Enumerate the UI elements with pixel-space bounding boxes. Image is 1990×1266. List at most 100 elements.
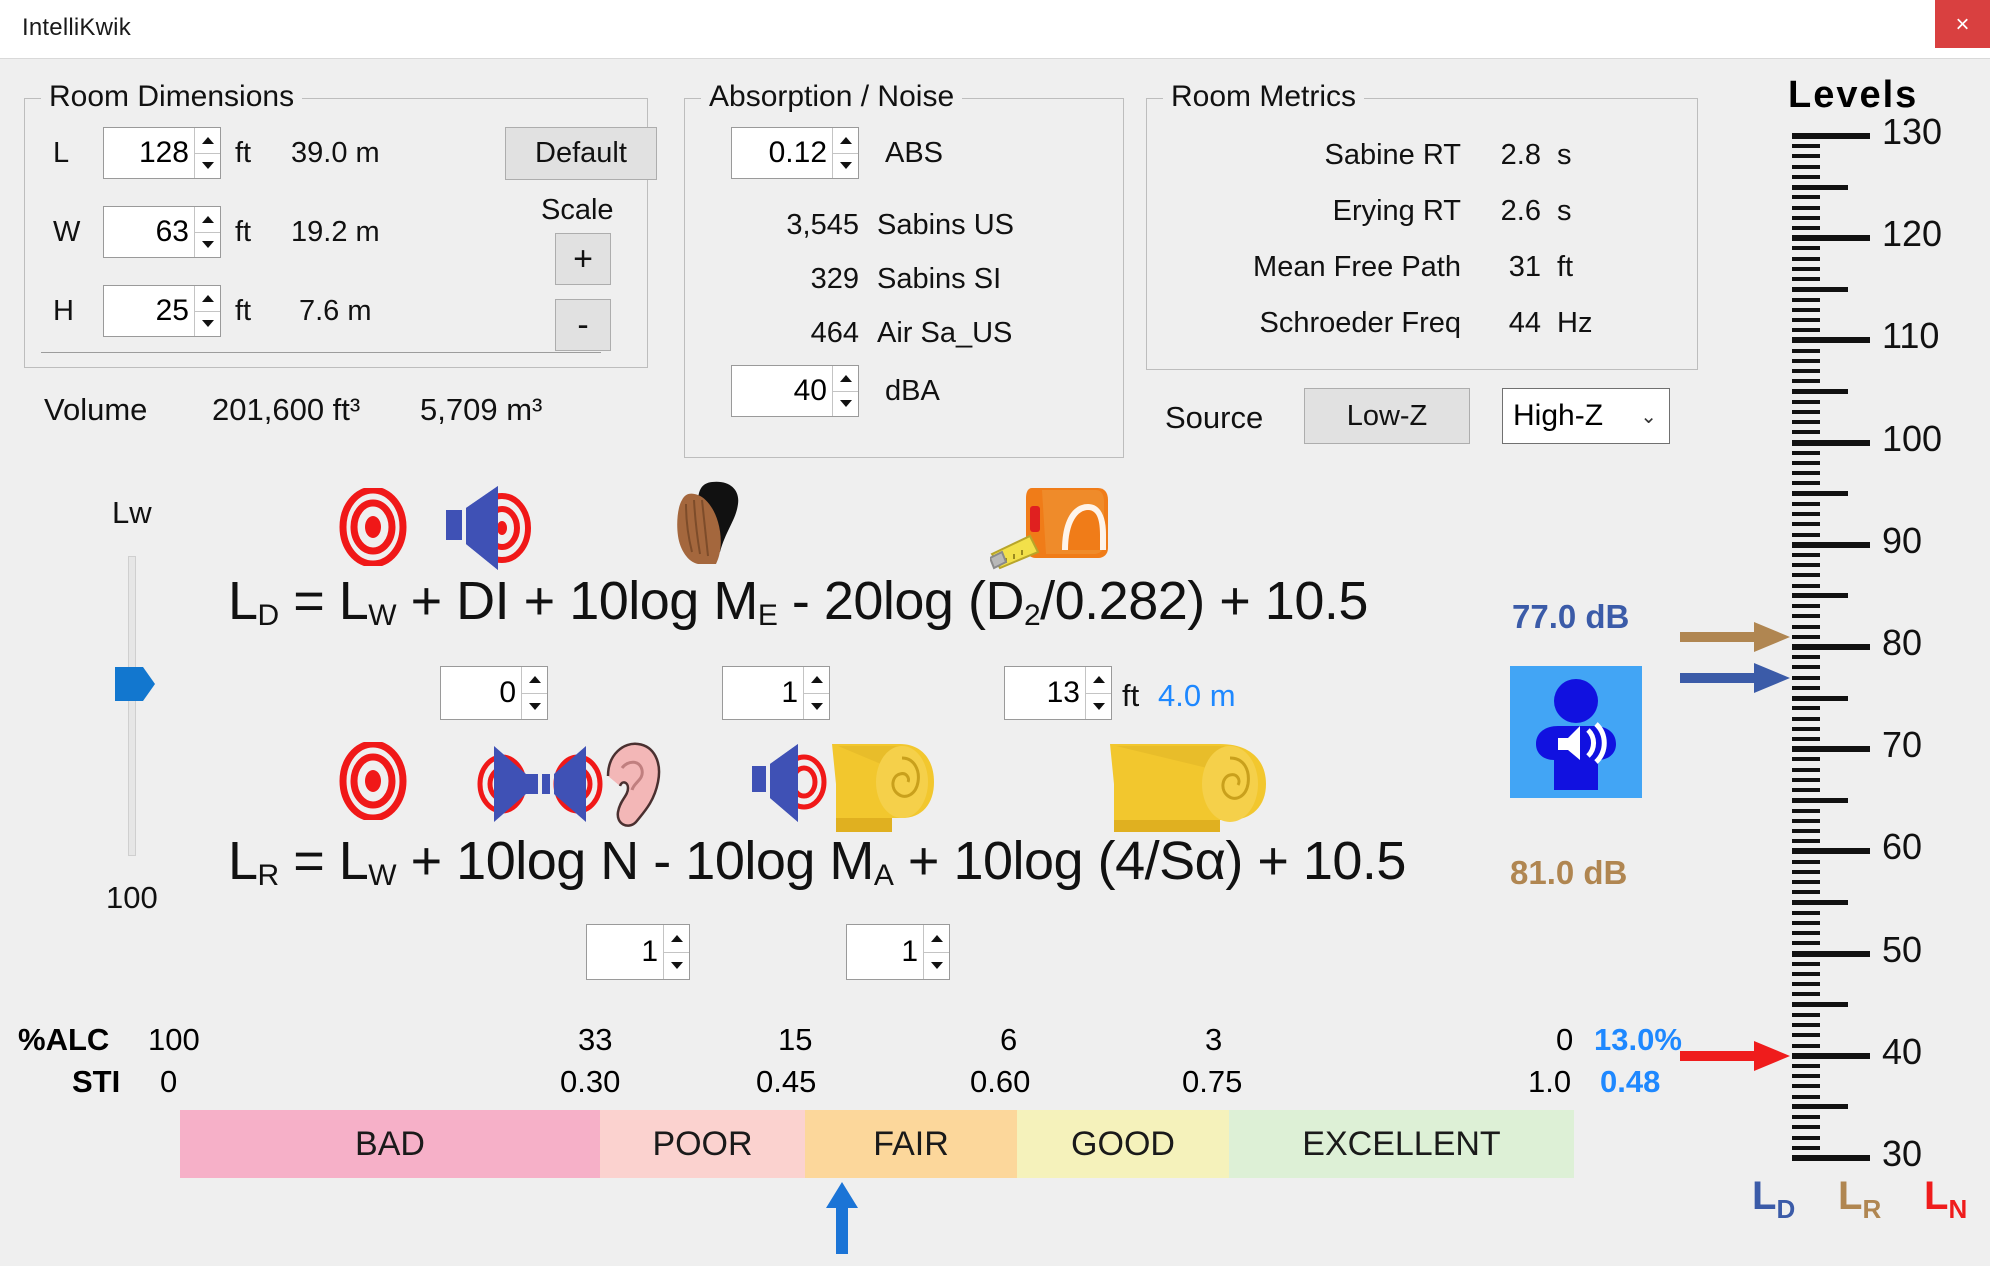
levels-minor-tick bbox=[1792, 451, 1820, 455]
n-input[interactable]: 1 bbox=[586, 924, 690, 980]
width-value: 63 bbox=[104, 207, 194, 257]
schroeder-freq-value: 44 bbox=[1477, 307, 1541, 340]
dba-stepper[interactable] bbox=[832, 366, 858, 416]
scale-increase-button[interactable]: + bbox=[555, 233, 611, 285]
source-impedance-value: High-Z bbox=[1513, 399, 1603, 433]
dba-down[interactable] bbox=[833, 392, 858, 417]
abs-up[interactable] bbox=[833, 128, 858, 154]
levels-minor-tick bbox=[1792, 410, 1820, 414]
height-down[interactable] bbox=[195, 312, 220, 337]
levels-mid-tick bbox=[1792, 696, 1848, 701]
levels-minor-tick bbox=[1792, 298, 1820, 302]
source-lowz-button[interactable]: Low-Z bbox=[1304, 388, 1470, 444]
levels-minor-tick bbox=[1792, 778, 1820, 782]
height-up[interactable] bbox=[195, 286, 220, 312]
levels-minor-tick bbox=[1792, 420, 1820, 424]
levels-mid-tick bbox=[1792, 798, 1848, 803]
width-stepper[interactable] bbox=[194, 207, 220, 257]
di-down[interactable] bbox=[522, 694, 547, 720]
levels-mid-tick bbox=[1792, 185, 1848, 190]
speakers-ear-icon bbox=[470, 738, 670, 828]
ma-stepper[interactable] bbox=[923, 925, 949, 979]
reverberant-formula-text: LR = LW + 10log N - 10log MA + 10log (4/… bbox=[228, 831, 1406, 891]
ma-up[interactable] bbox=[924, 925, 949, 953]
levels-tick-label: 50 bbox=[1882, 929, 1922, 971]
lw-slider-track[interactable] bbox=[128, 556, 136, 856]
levels-major-tick bbox=[1792, 235, 1870, 241]
di-up[interactable] bbox=[522, 667, 547, 694]
scale-label: Scale bbox=[541, 194, 614, 227]
levels-major-tick bbox=[1792, 133, 1870, 139]
levels-tick-label: 30 bbox=[1882, 1133, 1922, 1175]
direct-formula: LD = LW + DI + 10log ME - 20log (D2/0.28… bbox=[228, 570, 1368, 633]
abs-down[interactable] bbox=[833, 154, 858, 179]
me-input[interactable]: 1 bbox=[722, 666, 830, 720]
legend-ld: LD bbox=[1752, 1174, 1795, 1225]
levels-tick-label: 90 bbox=[1882, 520, 1922, 562]
insulation-roll-icon bbox=[1090, 740, 1270, 836]
levels-tick-label: 70 bbox=[1882, 724, 1922, 766]
me-down[interactable] bbox=[804, 694, 829, 720]
me-up[interactable] bbox=[804, 667, 829, 694]
width-up[interactable] bbox=[195, 207, 220, 233]
dba-up[interactable] bbox=[833, 366, 858, 392]
d2-stepper[interactable] bbox=[1085, 667, 1111, 719]
levels-minor-tick bbox=[1792, 890, 1820, 894]
di-input[interactable]: 0 bbox=[440, 666, 548, 720]
levels-tick-label: 110 bbox=[1882, 315, 1939, 357]
length-down[interactable] bbox=[195, 154, 220, 179]
levels-minor-tick bbox=[1792, 992, 1820, 996]
reverberant-formula: LR = LW + 10log N - 10log MA + 10log (4/… bbox=[228, 830, 1406, 893]
chevron-down-icon: ⌄ bbox=[1640, 404, 1657, 429]
scale-decrease-button[interactable]: - bbox=[555, 299, 611, 351]
d2-input[interactable]: 13 bbox=[1004, 666, 1112, 720]
levels-minor-tick bbox=[1792, 563, 1820, 567]
di-stepper[interactable] bbox=[521, 667, 547, 719]
length-up[interactable] bbox=[195, 128, 220, 154]
d2-up[interactable] bbox=[1086, 667, 1111, 694]
n-down[interactable] bbox=[664, 953, 689, 980]
height-stepper[interactable] bbox=[194, 286, 220, 336]
levels-tick-label: 80 bbox=[1882, 622, 1922, 664]
length-stepper[interactable] bbox=[194, 128, 220, 178]
levels-minor-tick bbox=[1792, 686, 1820, 690]
abs-stepper[interactable] bbox=[832, 128, 858, 178]
length-label: L bbox=[53, 137, 69, 170]
n-stepper[interactable] bbox=[663, 925, 689, 979]
abs-input[interactable]: 0.12 bbox=[731, 127, 859, 179]
levels-major-tick bbox=[1792, 848, 1870, 854]
band-fair[interactable]: FAIR bbox=[805, 1110, 1017, 1178]
dba-label: dBA bbox=[885, 375, 940, 408]
band-good[interactable]: GOOD bbox=[1017, 1110, 1229, 1178]
lw-slider-thumb[interactable] bbox=[115, 667, 155, 701]
band-excellent[interactable]: EXCELLENT bbox=[1229, 1110, 1574, 1178]
levels-minor-tick bbox=[1792, 1023, 1820, 1027]
levels-minor-tick bbox=[1792, 870, 1820, 874]
ma-down[interactable] bbox=[924, 953, 949, 980]
me-stepper[interactable] bbox=[803, 667, 829, 719]
dba-input[interactable]: 40 bbox=[731, 365, 859, 417]
source-impedance-select[interactable]: High-Z ⌄ bbox=[1502, 388, 1670, 444]
levels-minor-tick bbox=[1792, 481, 1820, 485]
legend-ln: LN bbox=[1924, 1174, 1967, 1225]
n-up[interactable] bbox=[664, 925, 689, 953]
width-input[interactable]: 63 bbox=[103, 206, 221, 258]
d2-down[interactable] bbox=[1086, 694, 1111, 720]
default-button[interactable]: Default bbox=[505, 127, 657, 180]
room-metrics-panel: Room Metrics Sabine RT 2.8 s Erying RT 2… bbox=[1146, 98, 1698, 370]
height-input[interactable]: 25 bbox=[103, 285, 221, 337]
sabine-rt-unit: s bbox=[1557, 139, 1572, 172]
length-input[interactable]: 128 bbox=[103, 127, 221, 179]
levels-tick-label: 40 bbox=[1882, 1031, 1922, 1073]
levels-minor-tick bbox=[1792, 369, 1820, 373]
levels-minor-tick bbox=[1792, 757, 1820, 761]
band-bad[interactable]: BAD bbox=[180, 1110, 600, 1178]
d2-metric: 4.0 m bbox=[1158, 678, 1236, 714]
close-button[interactable]: × bbox=[1935, 0, 1990, 48]
sti-tick-1: 0.30 bbox=[560, 1064, 620, 1100]
band-poor[interactable]: POOR bbox=[600, 1110, 805, 1178]
ma-input[interactable]: 1 bbox=[846, 924, 950, 980]
n-value: 1 bbox=[587, 925, 663, 979]
width-down[interactable] bbox=[195, 233, 220, 258]
levels-minor-tick bbox=[1792, 1074, 1820, 1078]
